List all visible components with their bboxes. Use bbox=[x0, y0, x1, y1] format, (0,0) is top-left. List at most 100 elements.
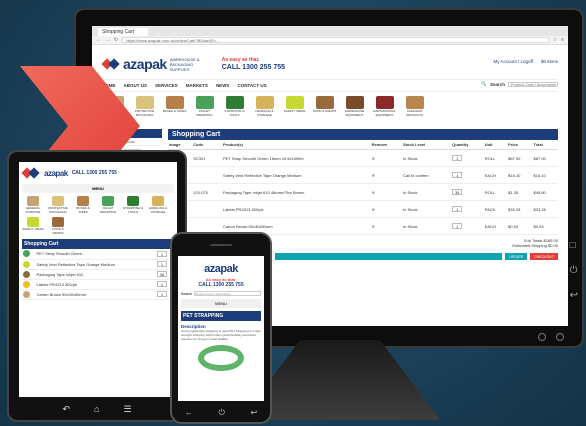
product-name[interactable]: PET Strap Smooth Green bbox=[36, 251, 82, 256]
cart-cell bbox=[22, 289, 36, 300]
product-name[interactable]: Safety Vest Reflective Tape Orange Mediu… bbox=[36, 262, 114, 267]
quantity-field[interactable]: 36 bbox=[452, 189, 463, 195]
update-button[interactable]: UPDATE bbox=[505, 253, 528, 260]
reload-icon[interactable]: ↻ bbox=[114, 37, 118, 43]
category-tile[interactable]: WAREHOUSE EQUIPMENT bbox=[342, 96, 367, 117]
home-icon[interactable]: ⌂ bbox=[94, 404, 99, 415]
product-name[interactable]: Labels PR4313 300/pk bbox=[223, 207, 263, 212]
category-tile[interactable]: EARTHMOVING EQUIPMENT bbox=[372, 96, 397, 117]
my-account-link[interactable]: My Account / Logoff bbox=[494, 59, 533, 64]
tablet-menu-button[interactable]: MENU bbox=[22, 184, 174, 193]
product-name[interactable]: Packaging Tape Inkjet 610 48mmx75m Brown bbox=[223, 190, 304, 195]
cart-cell: Labels PR4313 300/pk bbox=[221, 200, 371, 218]
category-tile[interactable]: PALLET WRAPPING bbox=[192, 96, 217, 117]
category-tile[interactable]: STRAPPING & TOOLS bbox=[222, 96, 247, 117]
category-tile[interactable]: FOOD & WRAPS bbox=[312, 96, 337, 117]
menu-item-about[interactable]: ABOUT US bbox=[124, 83, 148, 88]
return-icon[interactable]: ↩ bbox=[250, 408, 257, 418]
search-input[interactable]: Product Code / Description bbox=[508, 81, 558, 87]
category-tile[interactable]: GENERAL PURPOSE bbox=[22, 196, 44, 214]
category-tile[interactable]: CLEANING PRODUCTS bbox=[402, 96, 427, 117]
power-icon[interactable]: ⏻ bbox=[218, 408, 224, 418]
category-image bbox=[127, 196, 139, 206]
category-label: STRAPPING & TOOLS bbox=[122, 206, 144, 214]
quantity-field[interactable]: 1 bbox=[157, 261, 167, 267]
back-icon[interactable]: ↶ bbox=[62, 404, 70, 415]
quantity-field[interactable]: 1 bbox=[157, 281, 167, 287]
promo-phone[interactable]: CALL 1300 255 755 bbox=[181, 282, 261, 288]
remove-icon[interactable]: ✕ bbox=[372, 224, 375, 229]
menu-item-news[interactable]: NEWS bbox=[216, 83, 230, 88]
category-tile[interactable]: PROTECTIVE PACKAGING bbox=[47, 196, 69, 214]
promo-phone[interactable]: CALL 1300 255 755 bbox=[72, 170, 117, 177]
category-tile[interactable]: STRAPPING & TOOLS bbox=[122, 196, 144, 214]
product-name[interactable]: Packaging Tape Inkjet 610 bbox=[36, 272, 83, 277]
product-name[interactable]: PET Strap Smooth Green 16mm x0.9x1500m bbox=[223, 156, 304, 161]
menu-item-markets[interactable]: MARKETS bbox=[186, 83, 208, 88]
return-icon[interactable]: ↩ bbox=[570, 290, 578, 301]
category-tile[interactable]: FOOD & WRAPS bbox=[47, 217, 69, 235]
cart-cell: 1 bbox=[451, 217, 484, 235]
product-thumbnail[interactable] bbox=[23, 260, 30, 268]
category-tile[interactable]: PROTECTIVE PACKAGING bbox=[132, 96, 157, 117]
product-name[interactable]: Safety Vest Reflective Tape Orange Mediu… bbox=[223, 173, 301, 178]
back-icon[interactable]: ← bbox=[185, 408, 193, 418]
product-name[interactable]: Carton Brown 50x30x50mm bbox=[223, 224, 273, 229]
cart-cell: ✕ bbox=[370, 217, 403, 235]
remove-icon[interactable]: ✕ bbox=[372, 207, 375, 212]
quantity-field[interactable]: 1 bbox=[452, 223, 463, 229]
category-tile[interactable]: SAFETY WEAR bbox=[22, 217, 44, 235]
product-thumbnail[interactable] bbox=[23, 280, 30, 288]
cart-cell: Safety Vest Reflective Tape Orange Mediu… bbox=[221, 166, 371, 184]
product-thumbnail[interactable] bbox=[23, 290, 30, 298]
quantity-field[interactable]: 1 bbox=[157, 250, 167, 257]
breadcrumb[interactable]: ⌂ > Shopping Cart bbox=[102, 119, 558, 129]
price: $0.93 bbox=[508, 223, 519, 229]
phone-logo[interactable]: azapak bbox=[181, 259, 261, 277]
remove-icon[interactable]: ✕ bbox=[372, 173, 375, 178]
category-tile[interactable]: HANDLING & STORAGE bbox=[147, 196, 169, 214]
phone-device: azapak As easy as that. CALL 1300 255 75… bbox=[170, 232, 272, 424]
remove-icon[interactable]: ✕ bbox=[372, 190, 375, 195]
category-tile[interactable]: PALLET WRAPPING bbox=[97, 196, 119, 214]
phone-menu-button[interactable]: MENU bbox=[181, 299, 261, 308]
browser-url-bar: ← → ↻ https://www.azapak.com.au/onlineCa… bbox=[92, 36, 568, 45]
category-tile[interactable]: HANDLING & STORAGE bbox=[252, 96, 277, 117]
star-icon[interactable]: ☆ bbox=[553, 37, 557, 43]
product-thumbnail[interactable] bbox=[23, 250, 30, 258]
product-name[interactable]: Labels PR4313 300/pk bbox=[36, 282, 76, 287]
menu-item-services[interactable]: SERVICES bbox=[155, 83, 178, 88]
quantity-field[interactable]: 1 bbox=[157, 291, 167, 297]
quantity-field[interactable]: 1 bbox=[452, 172, 463, 178]
cart-items-link[interactable]: $0 items bbox=[541, 59, 558, 64]
quantity-field[interactable]: 36 bbox=[157, 271, 167, 277]
forward-icon[interactable]: → bbox=[105, 37, 110, 43]
browser-tab[interactable]: Shopping Cart bbox=[98, 28, 148, 36]
category-tile[interactable]: BOXES & TAPES bbox=[162, 96, 187, 117]
menu-icon[interactable]: ≡ bbox=[561, 37, 564, 43]
window-icon[interactable]: □ bbox=[570, 240, 578, 251]
recents-icon[interactable]: ☰ bbox=[123, 404, 131, 415]
cart-row: Safety Vest Reflective Tape Orange Mediu… bbox=[22, 259, 174, 270]
brand-logo[interactable]: azapak WAREHOUSE & PACKAGING SUPPLIES bbox=[101, 56, 214, 72]
promo-phone[interactable]: CALL 1300 255 755 bbox=[222, 64, 285, 71]
category-tile[interactable]: BOXES & TAPES bbox=[72, 196, 94, 214]
cart-cell: Labels PR4313 300/pk bbox=[35, 279, 156, 290]
cart-cell: ✕ bbox=[370, 149, 403, 167]
cart-cell bbox=[22, 279, 36, 290]
product-name[interactable]: Carton Brown 50x30x50mm bbox=[36, 292, 86, 297]
product-thumbnail[interactable] bbox=[23, 270, 30, 278]
menu-item-contact[interactable]: CONTACT US bbox=[237, 83, 266, 88]
search-icon[interactable]: 🔍 bbox=[481, 81, 487, 87]
quantity-field[interactable]: 1 bbox=[452, 155, 463, 161]
column-header: Code bbox=[192, 140, 222, 150]
remove-icon[interactable]: ✕ bbox=[372, 156, 375, 161]
checkout-button[interactable]: CHECKOUT bbox=[530, 253, 558, 260]
back-icon[interactable]: ← bbox=[96, 37, 101, 43]
power-icon[interactable]: ⏻ bbox=[570, 265, 578, 276]
quantity-field[interactable]: 1 bbox=[452, 206, 463, 212]
cart-cell bbox=[192, 200, 222, 218]
search-input[interactable]: Product Code / Description bbox=[194, 291, 261, 296]
address-field[interactable]: https://www.azapak.com.au/onlineCart/?BS… bbox=[122, 37, 549, 43]
category-tile[interactable]: SAFETY WEAR bbox=[282, 96, 307, 117]
